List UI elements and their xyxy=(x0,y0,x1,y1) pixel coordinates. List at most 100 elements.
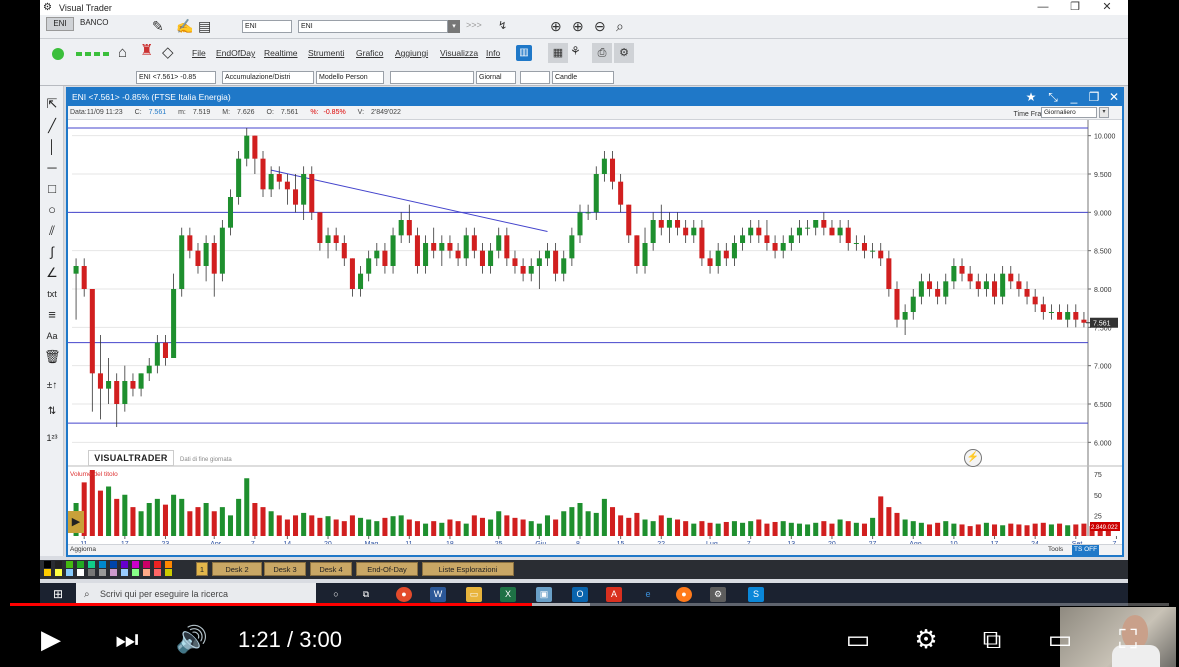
task-view-icon[interactable]: ⧉ xyxy=(358,587,374,602)
maximize-button[interactable]: ❐ xyxy=(1060,0,1090,15)
angle-icon[interactable]: ∠ xyxy=(44,265,60,281)
text-tool-icon[interactable]: txt xyxy=(44,286,60,302)
news-icon[interactable]: ▦ xyxy=(548,43,568,63)
zoom-out-icon[interactable]: ⊖ xyxy=(594,18,606,34)
minimize-chart-icon[interactable]: _ xyxy=(1064,89,1084,106)
zoom-in-icon[interactable]: ⊕ xyxy=(550,18,562,34)
calculator-icon[interactable]: ▤ xyxy=(198,18,211,34)
empty-select[interactable] xyxy=(390,71,474,84)
volume-icon[interactable]: 🔊 xyxy=(172,624,212,654)
color-swatch[interactable] xyxy=(132,569,139,576)
play-side-icon[interactable]: ▶ xyxy=(68,511,84,533)
desk-tab-3[interactable]: Desk 3 xyxy=(264,562,306,576)
subtitles-icon[interactable]: ▭ xyxy=(838,624,878,654)
print-icon[interactable]: ⎙ xyxy=(592,43,612,63)
color-swatch[interactable] xyxy=(165,569,172,576)
lightning-icon[interactable]: ⚡ xyxy=(964,449,982,467)
tools-label[interactable]: Tools xyxy=(1048,545,1063,555)
color-swatch[interactable] xyxy=(55,569,62,576)
progress-played[interactable] xyxy=(10,603,532,606)
resize-icon[interactable]: ⤡ xyxy=(1043,89,1063,106)
color-swatch[interactable] xyxy=(132,561,139,568)
theater-icon[interactable]: ▭ xyxy=(1040,624,1080,654)
vertical-line-icon[interactable]: │ xyxy=(44,139,60,155)
color-swatch[interactable] xyxy=(154,569,161,576)
period-select[interactable]: Giornal xyxy=(476,71,516,84)
desk-tab-1[interactable]: 1 xyxy=(196,562,208,576)
layout-icon[interactable]: ▥ xyxy=(516,45,532,61)
color-swatch[interactable] xyxy=(88,561,95,568)
explorer-icon[interactable]: ▭ xyxy=(466,587,482,602)
word-icon[interactable]: W xyxy=(430,587,446,602)
color-swatch[interactable] xyxy=(99,569,106,576)
price-chart[interactable]: 10.0009.5009.0008.5008.0007.5007.0006.50… xyxy=(68,120,1122,544)
close-chart-icon[interactable]: ✕ xyxy=(1104,89,1124,106)
edge-icon[interactable]: e xyxy=(640,587,656,602)
menu-aggiungi[interactable]: Aggiungi xyxy=(395,48,428,58)
color-swatch[interactable] xyxy=(66,569,73,576)
chart-type-select[interactable]: Candle xyxy=(552,71,614,84)
numbers-icon[interactable]: 1²³ xyxy=(44,430,60,446)
outlook-icon[interactable]: O xyxy=(572,587,588,602)
app-icon[interactable]: ▣ xyxy=(536,587,552,602)
portfolio-icon[interactable]: ✎ xyxy=(152,18,164,34)
trash-icon[interactable]: 🗑 xyxy=(44,349,61,365)
menu-info[interactable]: Info xyxy=(486,48,500,58)
color-swatch[interactable] xyxy=(110,561,117,568)
desk-tab-4[interactable]: Desk 4 xyxy=(310,562,352,576)
chrome-icon[interactable]: ● xyxy=(396,587,412,602)
color-swatch[interactable] xyxy=(88,569,95,576)
model-select[interactable]: Modello Person xyxy=(316,71,384,84)
fullscreen-icon[interactable]: ⛶ xyxy=(1108,624,1148,654)
color-swatch[interactable] xyxy=(121,569,128,576)
forward-arrows[interactable]: >>> xyxy=(466,20,482,30)
color-swatch[interactable] xyxy=(110,569,117,576)
excel-icon[interactable]: X xyxy=(500,587,516,602)
symbol-select[interactable]: ENI xyxy=(298,20,448,33)
restore-chart-icon[interactable]: ❐ xyxy=(1084,89,1104,106)
tools-icon[interactable]: ⚘ xyxy=(570,43,581,59)
color-swatch[interactable] xyxy=(154,561,161,568)
font-icon[interactable]: Aa xyxy=(44,328,60,344)
minimize-button[interactable]: — xyxy=(1028,0,1058,15)
menu-strumenti[interactable]: Strumenti xyxy=(308,48,344,58)
menu-file[interactable]: File xyxy=(192,48,206,58)
chevron-down-icon[interactable]: ▾ xyxy=(448,20,460,33)
miniplayer-icon[interactable]: ⧉ xyxy=(972,624,1012,654)
close-button[interactable]: ✕ xyxy=(1092,0,1122,15)
star-icon[interactable]: ★ xyxy=(1021,89,1041,106)
color-swatch[interactable] xyxy=(55,561,62,568)
desk-tab-eod[interactable]: End-Of-Day xyxy=(356,562,418,576)
color-swatch[interactable] xyxy=(165,561,172,568)
buy-signal-icon[interactable]: ±↑ xyxy=(44,378,60,394)
ts-off-badge[interactable]: TS OFF xyxy=(1072,545,1100,555)
tab-banco[interactable]: BANCO xyxy=(80,18,108,27)
indicator-select[interactable]: Accumulazione/Distri xyxy=(222,71,314,84)
alert-person-icon[interactable]: ♜ xyxy=(140,43,153,59)
cursor-icon[interactable]: ⇱ xyxy=(44,96,60,112)
color-swatch[interactable] xyxy=(77,569,84,576)
settings-icon[interactable]: ⚙ xyxy=(906,624,946,654)
cortana-icon[interactable]: ○ xyxy=(328,587,344,602)
curve-icon[interactable]: ∫ xyxy=(44,244,60,260)
menu-grafico[interactable]: Grafico xyxy=(356,48,383,58)
color-swatch[interactable] xyxy=(121,561,128,568)
home-icon[interactable]: ⌂ xyxy=(118,45,127,61)
acrobat-icon[interactable]: A xyxy=(606,587,622,602)
parallel-lines-icon[interactable]: ⫽ xyxy=(44,223,60,239)
next-icon[interactable]: ⏭ xyxy=(110,624,144,654)
line-tool-icon[interactable]: ╱ xyxy=(44,118,60,134)
sort-icon[interactable]: ⇅ xyxy=(44,404,60,420)
firefox-icon[interactable]: ● xyxy=(676,587,692,602)
instrument-select[interactable]: ENI <7.561> -0.85 xyxy=(136,71,216,84)
desk-tab-2[interactable]: Desk 2 xyxy=(212,562,262,576)
refresh-label[interactable]: Aggiorna xyxy=(70,545,96,555)
color-swatch[interactable] xyxy=(143,561,150,568)
desk-tab-explorations[interactable]: Liste Esplorazioni xyxy=(422,562,514,576)
tab-eni[interactable]: ENI xyxy=(46,17,74,31)
horizontal-line-icon[interactable]: ─ xyxy=(44,160,60,176)
color-select[interactable] xyxy=(520,71,550,84)
edit-icon[interactable]: ✍ xyxy=(176,18,193,34)
menu-visualizza[interactable]: Visualizza xyxy=(440,48,478,58)
symbol-input[interactable]: ENI xyxy=(242,20,292,33)
